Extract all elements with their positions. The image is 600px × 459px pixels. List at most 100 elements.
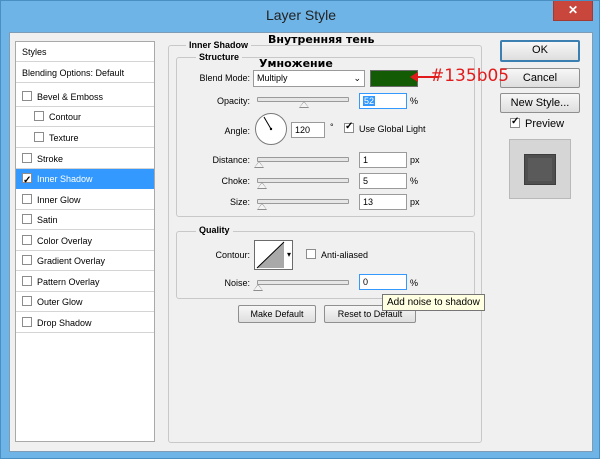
size-input[interactable]: 13 [359,194,407,210]
angle-dial-needle [263,116,273,131]
angle-label: Angle: [224,126,250,136]
choke-label: Choke: [221,176,250,186]
noise-slider-thumb[interactable] [253,284,263,291]
sidebar-checkbox[interactable] [34,111,44,121]
sidebar-item-inner-shadow[interactable]: Inner Shadow [16,169,154,191]
noise-tooltip: Add noise to shadow [382,294,485,311]
contour-dropdown-icon[interactable]: ▾ [287,250,291,259]
sidebar-item-pattern-overlay[interactable]: Pattern Overlay [16,272,154,292]
window-title: Layer Style [265,7,337,23]
sidebar-item-label: Gradient Overlay [37,256,106,266]
ok-button[interactable]: OK [500,40,580,62]
distance-unit: px [410,155,420,165]
sidebar-checkbox[interactable] [34,132,44,142]
noise-input[interactable]: 0 [359,274,407,290]
sidebar-item-label: Inner Glow [37,195,81,205]
annotation-color-hex: #135b05 [430,66,510,86]
distance-slider[interactable] [254,157,349,168]
distance-slider-thumb[interactable] [254,161,264,168]
blend-mode-value: Multiply [257,73,288,83]
sidebar-checkbox[interactable] [22,214,32,224]
chevron-down-icon: ⌄ [353,73,361,83]
choke-slider-thumb[interactable] [257,182,267,189]
cancel-button[interactable]: Cancel [500,68,580,88]
noise-label: Noise: [224,278,250,288]
structure-legend: Structure [196,52,243,62]
sidebar-checkbox[interactable] [22,153,32,163]
sidebar-item-texture[interactable]: Texture [16,128,154,148]
opacity-input[interactable]: 52 [359,93,407,109]
opacity-slider[interactable] [257,97,349,108]
new-style-button[interactable]: New Style... [500,93,580,113]
inner-shadow-title: Inner Shadow [186,40,252,50]
sidebar-item-label: Texture [49,133,79,143]
angle-input[interactable]: 120 [291,122,325,138]
sidebar-item-bevel-emboss[interactable]: Bevel & Emboss [16,87,154,107]
opacity-label: Opacity: [216,96,250,106]
size-slider[interactable] [257,199,349,210]
noise-slider[interactable] [253,280,349,291]
sidebar-item-drop-shadow[interactable]: Drop Shadow [16,313,154,333]
noise-unit: % [410,278,419,288]
styles-list: Styles Blending Options: Default Bevel & E… [15,41,155,442]
preview-label: Preview [525,118,565,130]
sidebar-checkbox[interactable] [22,91,32,101]
sidebar-item-stroke[interactable]: Stroke [16,149,154,169]
sidebar-checkbox[interactable] [22,194,32,204]
contour-curve-icon [256,241,285,269]
choke-input[interactable]: 5 [359,173,407,189]
sidebar-item-label: Satin [37,215,58,225]
sidebar-checkbox[interactable] [22,317,32,327]
style-preview-thumbnail [509,139,571,199]
angle-dial[interactable] [255,113,287,145]
contour-label: Contour: [215,250,250,260]
use-global-light-checkbox[interactable]: Use Global Light [344,121,426,134]
size-label: Size: [229,197,250,207]
anti-aliased-check[interactable] [306,249,316,259]
distance-input[interactable]: 1 [359,152,407,168]
blend-mode-select[interactable]: Multiply ⌄ [253,70,365,87]
preview-check[interactable] [510,116,520,128]
sidebar-item-gradient-overlay[interactable]: Gradient Overlay [16,251,154,271]
sidebar-item-label: Drop Shadow [37,318,92,328]
anti-aliased-checkbox[interactable]: Anti-aliased [306,249,368,260]
annotation-inner-shadow-ru: Внутренняя тень [268,33,375,46]
sidebar-item-label: Blending Options: Default [22,68,125,78]
contour-picker[interactable]: ▾ [254,240,293,270]
use-global-light-check[interactable] [344,121,354,133]
size-slider-thumb[interactable] [257,203,267,210]
quality-legend: Quality [196,225,233,235]
size-unit: px [410,197,420,207]
sidebar-checkbox[interactable] [22,296,32,306]
sidebar-item-label: Contour [49,112,82,122]
quality-group [176,231,475,299]
sidebar-item-label: Color Overlay [37,236,93,246]
sidebar-item-outer-glow[interactable]: Outer Glow [16,292,154,312]
make-default-button[interactable]: Make Default [238,305,316,323]
close-window-button[interactable]: ✕ [553,1,593,21]
use-global-light-label: Use Global Light [359,124,426,134]
sidebar-item-label: Outer Glow [37,297,83,307]
opacity-slider-thumb[interactable] [299,101,309,108]
sidebar-checkbox[interactable] [22,171,32,191]
sidebar-checkbox[interactable] [22,255,32,265]
sidebar-item-inner-glow[interactable]: Inner Glow [16,190,154,210]
sidebar-checkbox[interactable] [22,276,32,286]
sidebar-item-blending-options-default[interactable]: Blending Options: Default [16,63,154,83]
sidebar-item-color-overlay[interactable]: Color Overlay [16,231,154,251]
layer-style-window: Layer Style ✕ Styles Blending Options: De… [0,0,600,459]
sidebar-item-label: Styles [22,47,47,57]
anti-aliased-label: Anti-aliased [321,250,369,260]
preview-checkbox[interactable]: Preview [510,116,565,130]
choke-unit: % [410,176,419,186]
sidebar-item-label: Pattern Overlay [37,277,100,287]
sidebar-item-satin[interactable]: Satin [16,210,154,230]
preview-swatch [524,154,556,185]
blend-mode-label: Blend Mode: [199,73,250,83]
opacity-unit: % [410,96,419,106]
opacity-value: 52 [363,96,376,106]
sidebar-item-styles[interactable]: Styles [16,42,154,62]
sidebar-checkbox[interactable] [22,235,32,245]
sidebar-item-contour[interactable]: Contour [16,107,154,127]
choke-slider[interactable] [257,178,349,189]
